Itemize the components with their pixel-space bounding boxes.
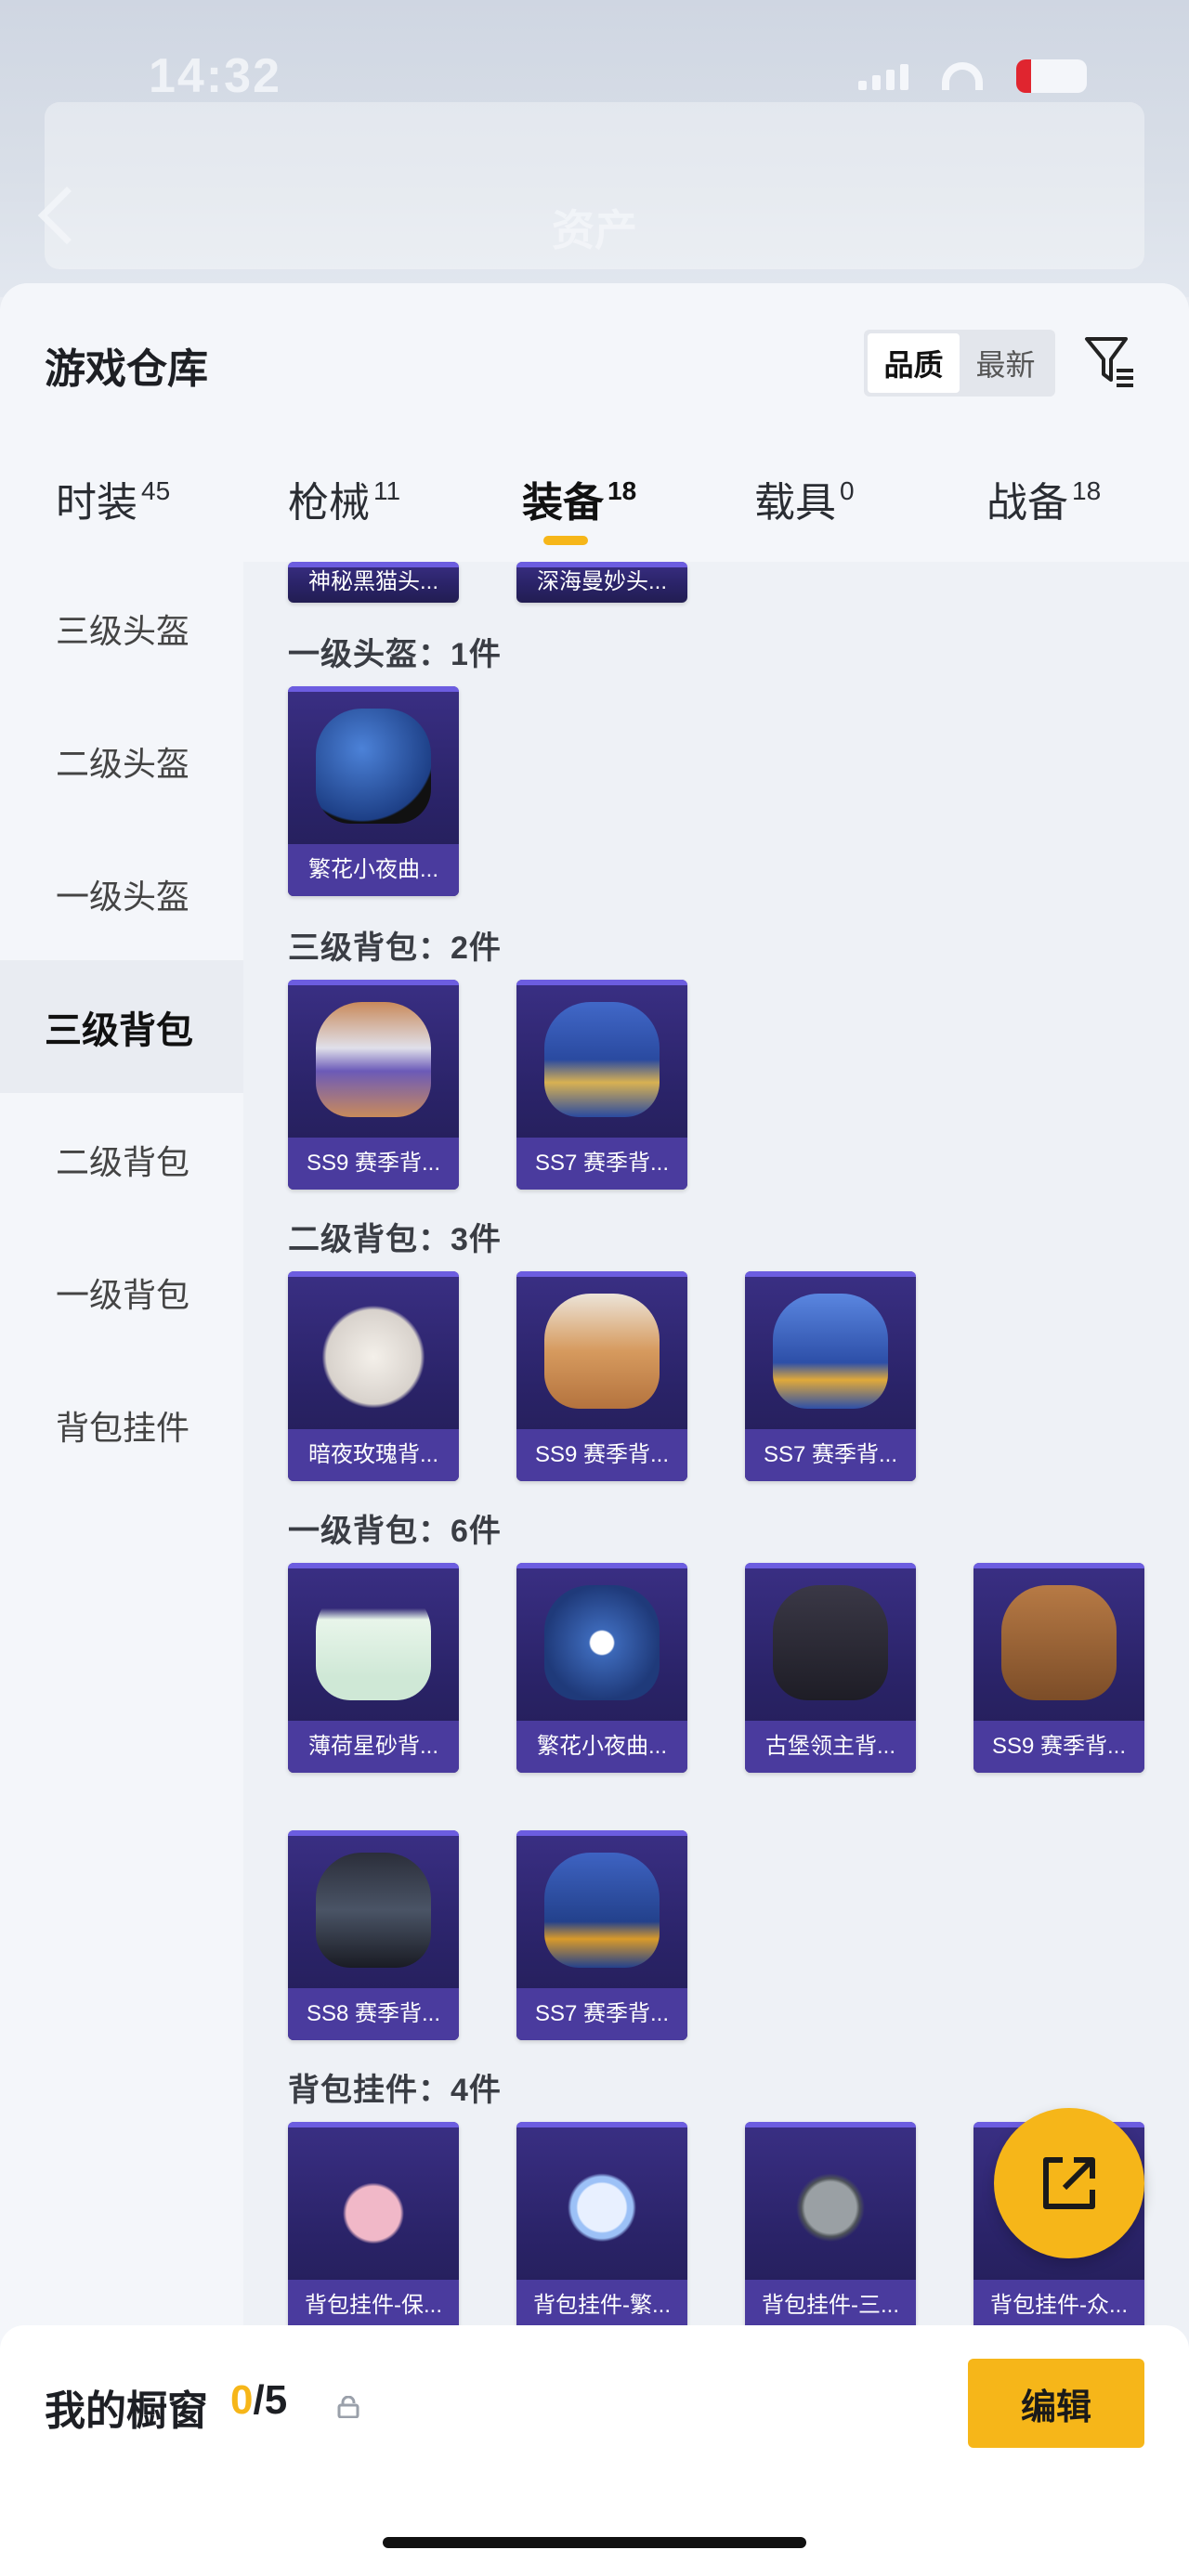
wifi-icon bbox=[942, 62, 983, 90]
item-card[interactable]: 背包挂件-保... bbox=[288, 2122, 459, 2332]
item-card[interactable]: SS9 赛季背... bbox=[288, 980, 459, 1190]
item-name: 繁花小夜曲... bbox=[536, 1734, 667, 1759]
section-title-backpack-1: 一级背包：6件 bbox=[288, 1514, 502, 1549]
item-name: 古堡领主背... bbox=[764, 1734, 895, 1759]
item-card[interactable]: 暗夜玫瑰背... bbox=[288, 1271, 459, 1481]
backpack-icon bbox=[773, 1294, 888, 1409]
home-indicator bbox=[383, 2537, 806, 2548]
item-name: SS8 赛季背... bbox=[306, 2001, 441, 2026]
item-card[interactable]: 薄荷星砂背... bbox=[288, 1563, 459, 1773]
item-name: 深海曼妙头... bbox=[536, 569, 667, 594]
sort-toggle: 品质 最新 bbox=[864, 330, 1055, 397]
sort-quality-button[interactable]: 品质 bbox=[868, 333, 960, 393]
backpack-icon bbox=[1001, 1585, 1117, 1700]
side-menu: 三级头盔 二级头盔 一级头盔 三级背包 二级背包 一级背包 背包挂件 bbox=[0, 562, 243, 2576]
backpack-icon bbox=[544, 1853, 660, 1968]
tab-active-indicator bbox=[543, 536, 588, 545]
backpack-icon bbox=[316, 1002, 431, 1117]
filter-icon[interactable] bbox=[1083, 333, 1135, 389]
item-card[interactable]: SS7 赛季背... bbox=[745, 1271, 916, 1481]
category-tabs: 时装 45 枪械 11 装备 18 载具 0 战备 18 bbox=[0, 469, 1189, 562]
sheet-header: 游戏仓库 品质 最新 时装 45 枪械 11 装备 18 载具 0 战备 18 bbox=[0, 283, 1189, 562]
item-name: 背包挂件-繁... bbox=[533, 2293, 671, 2318]
side-item-backpack-charm[interactable]: 背包挂件 bbox=[0, 1359, 243, 1491]
item-card[interactable]: 繁花小夜曲... bbox=[288, 686, 459, 896]
item-name: SS9 赛季背... bbox=[306, 1151, 441, 1176]
item-name: SS7 赛季背... bbox=[534, 2001, 670, 2026]
status-time: 14:32 bbox=[149, 49, 281, 103]
item-name: 背包挂件-保... bbox=[305, 2293, 442, 2318]
charm-icon bbox=[316, 2144, 431, 2259]
item-card[interactable]: 繁花小夜曲... bbox=[516, 1563, 687, 1773]
app-header: 14:32 资产 bbox=[0, 0, 1189, 297]
showcase-bar: 我的橱窗 0/5 编辑 bbox=[0, 2325, 1189, 2576]
side-item-backpack-3[interactable]: 三级背包 bbox=[0, 960, 243, 1093]
item-grid: 神秘黑猫头... 深海曼妙头... 一级头盔：1件 繁花小夜曲... 三级背包：… bbox=[243, 562, 1189, 2576]
item-card[interactable]: SS9 赛季背... bbox=[516, 1271, 687, 1481]
charm-icon bbox=[773, 2144, 888, 2259]
warehouse-sheet: 游戏仓库 品质 最新 时装 45 枪械 11 装备 18 载具 0 战备 18 三级头盔 … bbox=[0, 283, 1189, 2576]
helmet-icon bbox=[316, 709, 431, 824]
section-title-charm: 背包挂件：4件 bbox=[288, 2073, 502, 2108]
showcase-total: /5 bbox=[253, 2377, 288, 2423]
side-item-backpack-2[interactable]: 二级背包 bbox=[0, 1093, 243, 1226]
item-name: SS7 赛季背... bbox=[534, 1151, 670, 1176]
showcase-current: 0 bbox=[230, 2377, 254, 2423]
backpack-icon bbox=[316, 1585, 431, 1700]
item-name: 背包挂件-众... bbox=[990, 2293, 1128, 2318]
section-title-backpack-3: 三级背包：2件 bbox=[288, 930, 502, 966]
backpack-icon bbox=[544, 1002, 660, 1117]
side-item-backpack-1[interactable]: 一级背包 bbox=[0, 1226, 243, 1359]
share-icon bbox=[1043, 2157, 1095, 2209]
bunny-backpack-icon bbox=[316, 1294, 431, 1409]
charm-icon bbox=[544, 2144, 660, 2259]
showcase-title: 我的橱窗 bbox=[45, 2388, 208, 2434]
section-title-backpack-2: 二级背包：3件 bbox=[288, 1222, 502, 1257]
item-name: 暗夜玫瑰背... bbox=[307, 1442, 438, 1467]
item-card[interactable]: 深海曼妙头... bbox=[516, 562, 687, 603]
item-name: 背包挂件-三... bbox=[762, 2293, 899, 2318]
item-name: SS9 赛季背... bbox=[991, 1734, 1127, 1759]
sort-newest-button[interactable]: 最新 bbox=[960, 333, 1052, 393]
showcase-count: 0/5 bbox=[230, 2377, 287, 2424]
item-name: SS7 赛季背... bbox=[763, 1442, 898, 1467]
backpack-icon bbox=[544, 1294, 660, 1409]
lock-icon bbox=[337, 2396, 359, 2418]
side-item-helmet-2[interactable]: 二级头盔 bbox=[0, 695, 243, 827]
item-card[interactable]: 背包挂件-繁... bbox=[516, 2122, 687, 2332]
page-title: 资产 bbox=[552, 206, 637, 254]
share-button[interactable] bbox=[994, 2108, 1144, 2258]
status-icons bbox=[858, 59, 1087, 93]
tab-fashion[interactable]: 时装 45 bbox=[56, 469, 170, 528]
item-name: 薄荷星砂背... bbox=[307, 1734, 438, 1759]
side-item-helmet-3[interactable]: 三级头盔 bbox=[0, 562, 243, 695]
item-card[interactable]: 背包挂件-三... bbox=[745, 2122, 916, 2332]
warehouse-title: 游戏仓库 bbox=[45, 346, 208, 392]
backpack-icon bbox=[544, 1585, 660, 1700]
tab-equipment[interactable]: 装备 18 bbox=[522, 469, 636, 528]
item-card[interactable]: 神秘黑猫头... bbox=[288, 562, 459, 603]
item-card[interactable]: SS9 赛季背... bbox=[973, 1563, 1144, 1773]
item-name: SS9 赛季背... bbox=[534, 1442, 670, 1467]
side-item-helmet-1[interactable]: 一级头盔 bbox=[0, 827, 243, 960]
edit-button[interactable]: 编辑 bbox=[968, 2359, 1144, 2448]
item-name: 神秘黑猫头... bbox=[307, 569, 438, 594]
item-card[interactable]: SS7 赛季背... bbox=[516, 1830, 687, 2040]
tab-weapons[interactable]: 枪械 11 bbox=[288, 469, 400, 528]
battery-icon bbox=[1016, 59, 1087, 93]
tab-vehicles[interactable]: 载具 0 bbox=[754, 469, 855, 528]
item-name: 繁花小夜曲... bbox=[307, 857, 438, 882]
backpack-icon bbox=[773, 1585, 888, 1700]
signal-icon bbox=[858, 62, 908, 90]
item-card[interactable]: SS7 赛季背... bbox=[516, 980, 687, 1190]
section-title-helmet-1: 一级头盔：1件 bbox=[288, 637, 502, 672]
item-card[interactable]: 古堡领主背... bbox=[745, 1563, 916, 1773]
item-card[interactable]: SS8 赛季背... bbox=[288, 1830, 459, 2040]
backpack-icon bbox=[316, 1853, 431, 1968]
tab-supplies[interactable]: 战备 18 bbox=[986, 469, 1101, 528]
